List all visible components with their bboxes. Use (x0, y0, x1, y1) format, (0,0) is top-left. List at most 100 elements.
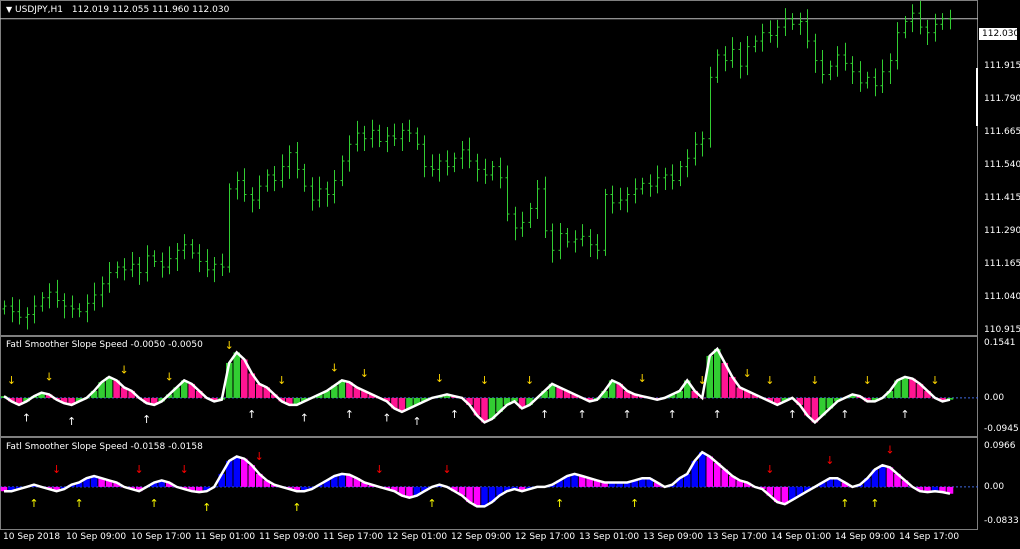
histogram-bar (105, 376, 113, 398)
time-label: 13 Sep 17:00 (707, 532, 768, 542)
indicator1-svg: ↓ ↓ ↓ ↓ ↓ ↓ ↓ ↓ ↓ ↓ ↓ ↓ ↓ ↓ ↓ ↓ ↓ ↓ ↑ ↑ ↑ ↑ ↑ ↑ ↑ ↑ ↑ ↑ ↑ ↑ ↑ ↑ ↑ ↑ ↑ (0, 339, 978, 428)
sell-arrow-icon: ↓ (7, 374, 16, 387)
sell-arrow-icon: ↓ (442, 463, 451, 476)
buy-arrow-icon: ↑ (345, 408, 354, 421)
price-tick: 111.040 (984, 292, 1020, 302)
sell-arrow-icon: ↓ (330, 362, 339, 375)
sell-arrow-icon: ↓ (360, 367, 369, 380)
price-tick: 111.790 (984, 94, 1020, 104)
price-tick: 110.915 (984, 325, 1020, 335)
histogram-bar (714, 348, 721, 398)
indicator1-tick: -0.0945 (984, 424, 1019, 434)
buy-arrow-icon: ↑ (202, 501, 211, 514)
histogram-bar (481, 486, 488, 507)
price-tick: 111.165 (984, 259, 1020, 269)
histogram-bar (901, 376, 909, 398)
time-label: 14 Sep 17:00 (899, 532, 960, 542)
buy-arrow-icon: ↑ (450, 408, 459, 421)
sell-arrow-icon: ↓ (863, 374, 872, 387)
time-label: 11 Sep 09:00 (259, 532, 320, 542)
buy-arrow-icon: ↑ (142, 413, 151, 426)
buy-arrow-icon: ↑ (840, 408, 849, 421)
buy-arrow-icon: ↑ (668, 408, 677, 421)
sell-arrow-icon: ↓ (765, 374, 774, 387)
histogram-bar (233, 352, 240, 398)
sell-arrow-icon: ↓ (885, 443, 894, 456)
sell-arrow-icon: ↓ (698, 374, 707, 387)
sell-arrow-icon: ↓ (765, 463, 774, 476)
sell-arrow-icon: ↓ (825, 454, 834, 467)
sell-arrow-icon: ↓ (255, 450, 264, 463)
buy-arrow-icon: ↑ (578, 408, 587, 421)
sell-arrow-icon: ↓ (930, 374, 939, 387)
time-label: 10 Sep 09:00 (66, 532, 127, 542)
buy-arrow-icon: ↑ (22, 411, 31, 424)
time-label: 13 Sep 09:00 (643, 532, 704, 542)
histogram-bar (241, 458, 248, 487)
buy-arrow-icon: ↑ (300, 411, 309, 424)
price-chart-svg (0, 0, 978, 330)
buy-arrow-icon: ↑ (870, 497, 879, 510)
current-price-label: 112.030 (979, 28, 1019, 40)
symbol-label: USDJPY,H1 (15, 5, 63, 15)
time-label: 10 Sep 2018 (3, 532, 61, 542)
time-label: 12 Sep 09:00 (451, 532, 512, 542)
time-label: 12 Sep 01:00 (387, 532, 448, 542)
time-label: 13 Sep 01:00 (579, 532, 640, 542)
sell-arrow-icon: ↓ (44, 370, 53, 383)
indicator2-title: Fatl Smoother Slope Speed -0.0158 -0.015… (6, 442, 203, 452)
buy-arrow-icon: ↑ (788, 408, 797, 421)
indicator2-tick: 0.0966 (984, 441, 1016, 451)
sell-arrow-icon: ↓ (435, 372, 444, 385)
price-tick: 111.665 (984, 127, 1020, 137)
histogram-bar (698, 452, 706, 487)
buy-arrow-icon: ↑ (382, 411, 391, 424)
time-label: 11 Sep 01:00 (195, 532, 256, 542)
buy-arrow-icon: ↑ (150, 497, 159, 510)
buy-arrow-icon: ↑ (630, 497, 639, 510)
sell-arrow-icon: ↓ (375, 463, 384, 476)
buy-arrow-icon: ↑ (713, 408, 722, 421)
buy-arrow-icon: ↑ (292, 501, 301, 514)
buy-arrow-icon: ↑ (427, 497, 436, 510)
histogram-bar (233, 456, 240, 487)
time-label: 14 Sep 09:00 (835, 532, 896, 542)
buy-arrow-icon: ↑ (67, 415, 76, 428)
buy-arrow-icon: ↑ (900, 408, 909, 421)
buy-arrow-icon: ↑ (412, 415, 421, 428)
indicator2-tick: -0.0833 (984, 516, 1019, 526)
price-tick: 111.540 (984, 160, 1020, 170)
dropdown-arrow-icon[interactable]: ▼ (6, 5, 12, 14)
chart-header: ▼ USDJPY,H1 112.019 112.055 111.960 112.… (6, 5, 229, 15)
sell-arrow-icon: ↓ (165, 370, 174, 383)
buy-arrow-icon: ↑ (555, 497, 564, 510)
histogram-bar (879, 465, 886, 487)
indicator1-tick: 0.1541 (984, 338, 1016, 348)
histogram-bar (473, 486, 481, 507)
buy-arrow-icon: ↑ (247, 408, 256, 421)
time-label: 12 Sep 17:00 (515, 532, 576, 542)
sell-arrow-icon: ↓ (277, 374, 286, 387)
price-tick: 111.415 (984, 193, 1020, 203)
time-label: 14 Sep 01:00 (771, 532, 832, 542)
sell-arrow-icon: ↓ (638, 372, 647, 385)
indicator1-tick: 0.00 (984, 393, 1005, 403)
price-tick: 111.290 (984, 226, 1020, 236)
chart-shift-marker[interactable] (976, 68, 978, 126)
indicator1-title: Fatl Smoother Slope Speed -0.0050 -0.005… (6, 340, 203, 350)
sell-arrow-icon: ↓ (743, 367, 752, 380)
sell-arrow-icon: ↓ (480, 374, 489, 387)
buy-arrow-icon: ↑ (29, 497, 38, 510)
ohlc-readout: 112.019 112.055 111.960 112.030 (71, 5, 230, 15)
buy-arrow-icon: ↑ (540, 408, 549, 421)
sell-arrow-icon: ↓ (525, 374, 534, 387)
histogram-bar (706, 456, 713, 487)
price-tick: 111.915 (984, 61, 1020, 71)
buy-arrow-icon: ↑ (623, 408, 632, 421)
indicator2-tick: 0.00 (984, 482, 1005, 492)
time-label: 11 Sep 17:00 (323, 532, 384, 542)
sell-arrow-icon: ↓ (120, 363, 129, 376)
sell-arrow-icon: ↓ (52, 463, 61, 476)
sell-arrow-icon: ↓ (135, 463, 144, 476)
time-label: 10 Sep 17:00 (131, 532, 192, 542)
